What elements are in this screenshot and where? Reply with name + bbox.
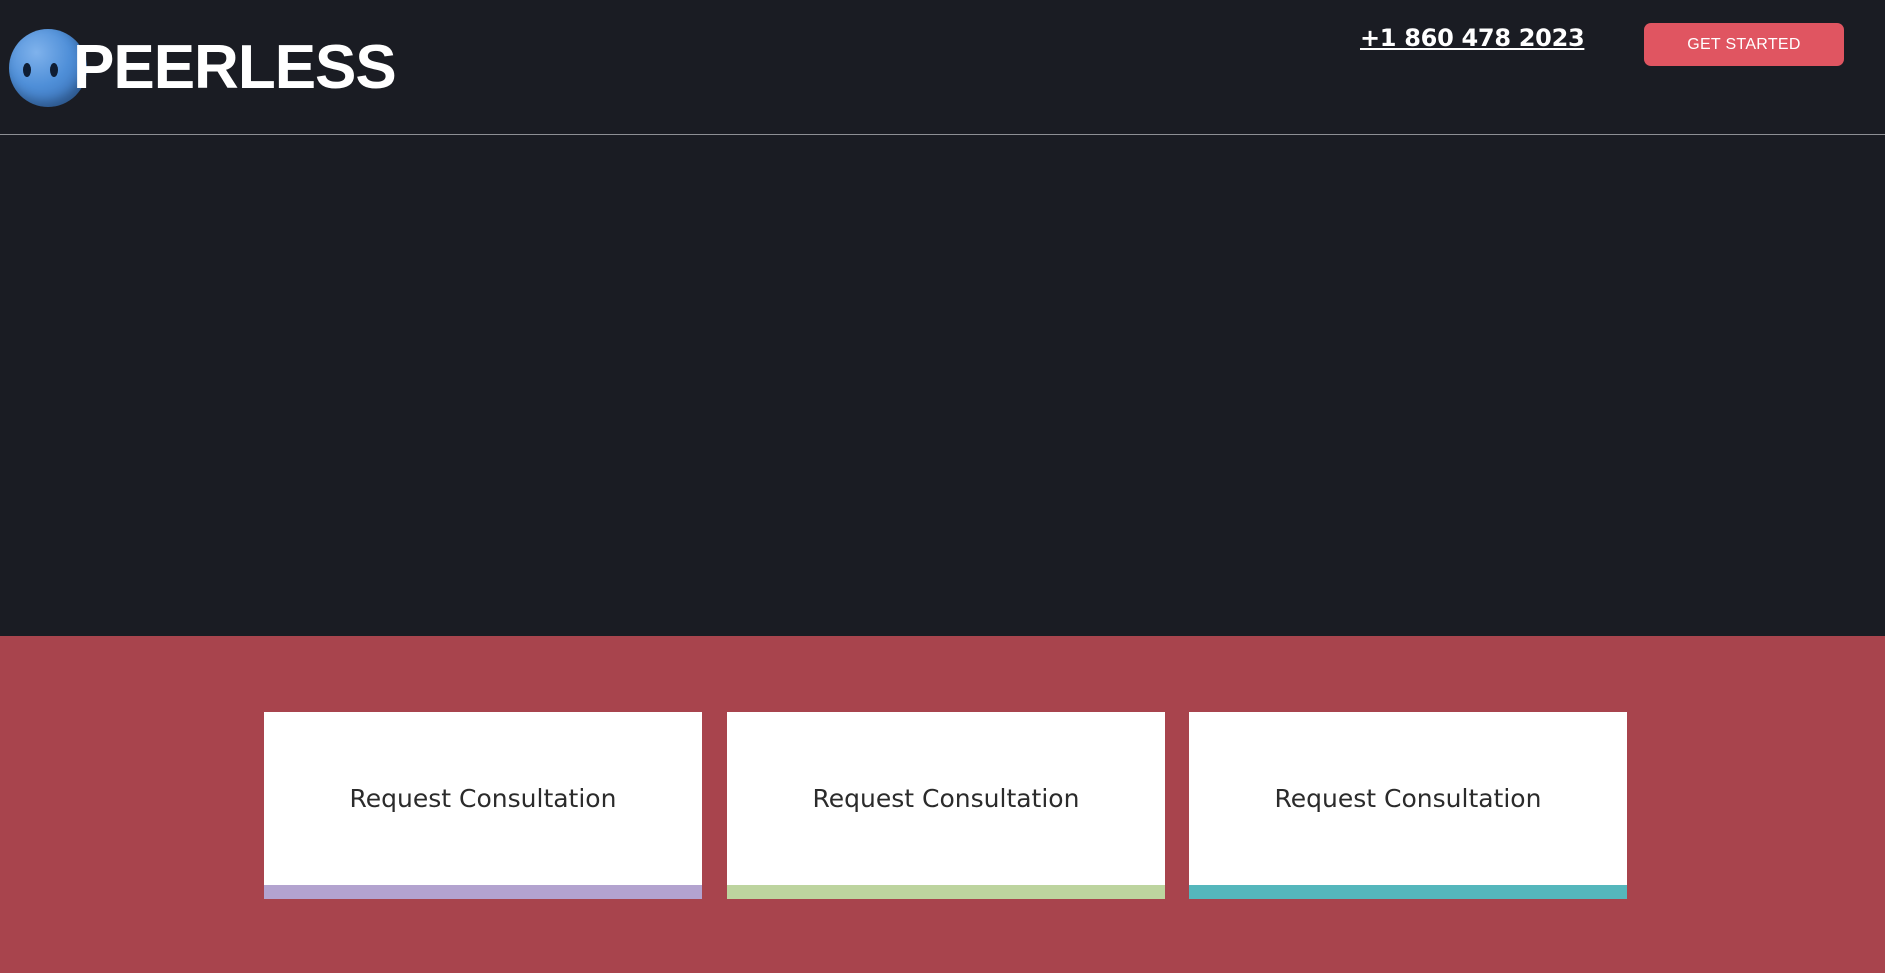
consultation-card[interactable]: Request Consultation [1189, 712, 1627, 899]
hero-section [0, 136, 1885, 636]
consultation-band: Request Consultation Request Consultatio… [0, 636, 1885, 973]
consultation-card[interactable]: Request Consultation [727, 712, 1165, 899]
phone-link[interactable]: +1 860 478 2023 [1360, 24, 1585, 52]
card-accent-bar [1189, 885, 1627, 899]
card-label: Request Consultation [812, 783, 1080, 813]
card-accent-bar [264, 885, 702, 899]
site-header: PEERLESS +1 860 478 2023 GET STARTED [0, 0, 1885, 135]
brand-name: PEERLESS [73, 33, 397, 102]
consultation-card[interactable]: Request Consultation [264, 712, 702, 899]
brand-logo[interactable]: PEERLESS [9, 28, 397, 108]
page: PEERLESS +1 860 478 2023 GET STARTED Req… [0, 0, 1885, 973]
mascot-left-eye [23, 63, 31, 77]
card-label: Request Consultation [349, 783, 617, 813]
card-label: Request Consultation [1274, 783, 1542, 813]
mascot-right-eye [50, 63, 58, 77]
get-started-button[interactable]: GET STARTED [1644, 23, 1844, 66]
card-accent-bar [727, 885, 1165, 899]
